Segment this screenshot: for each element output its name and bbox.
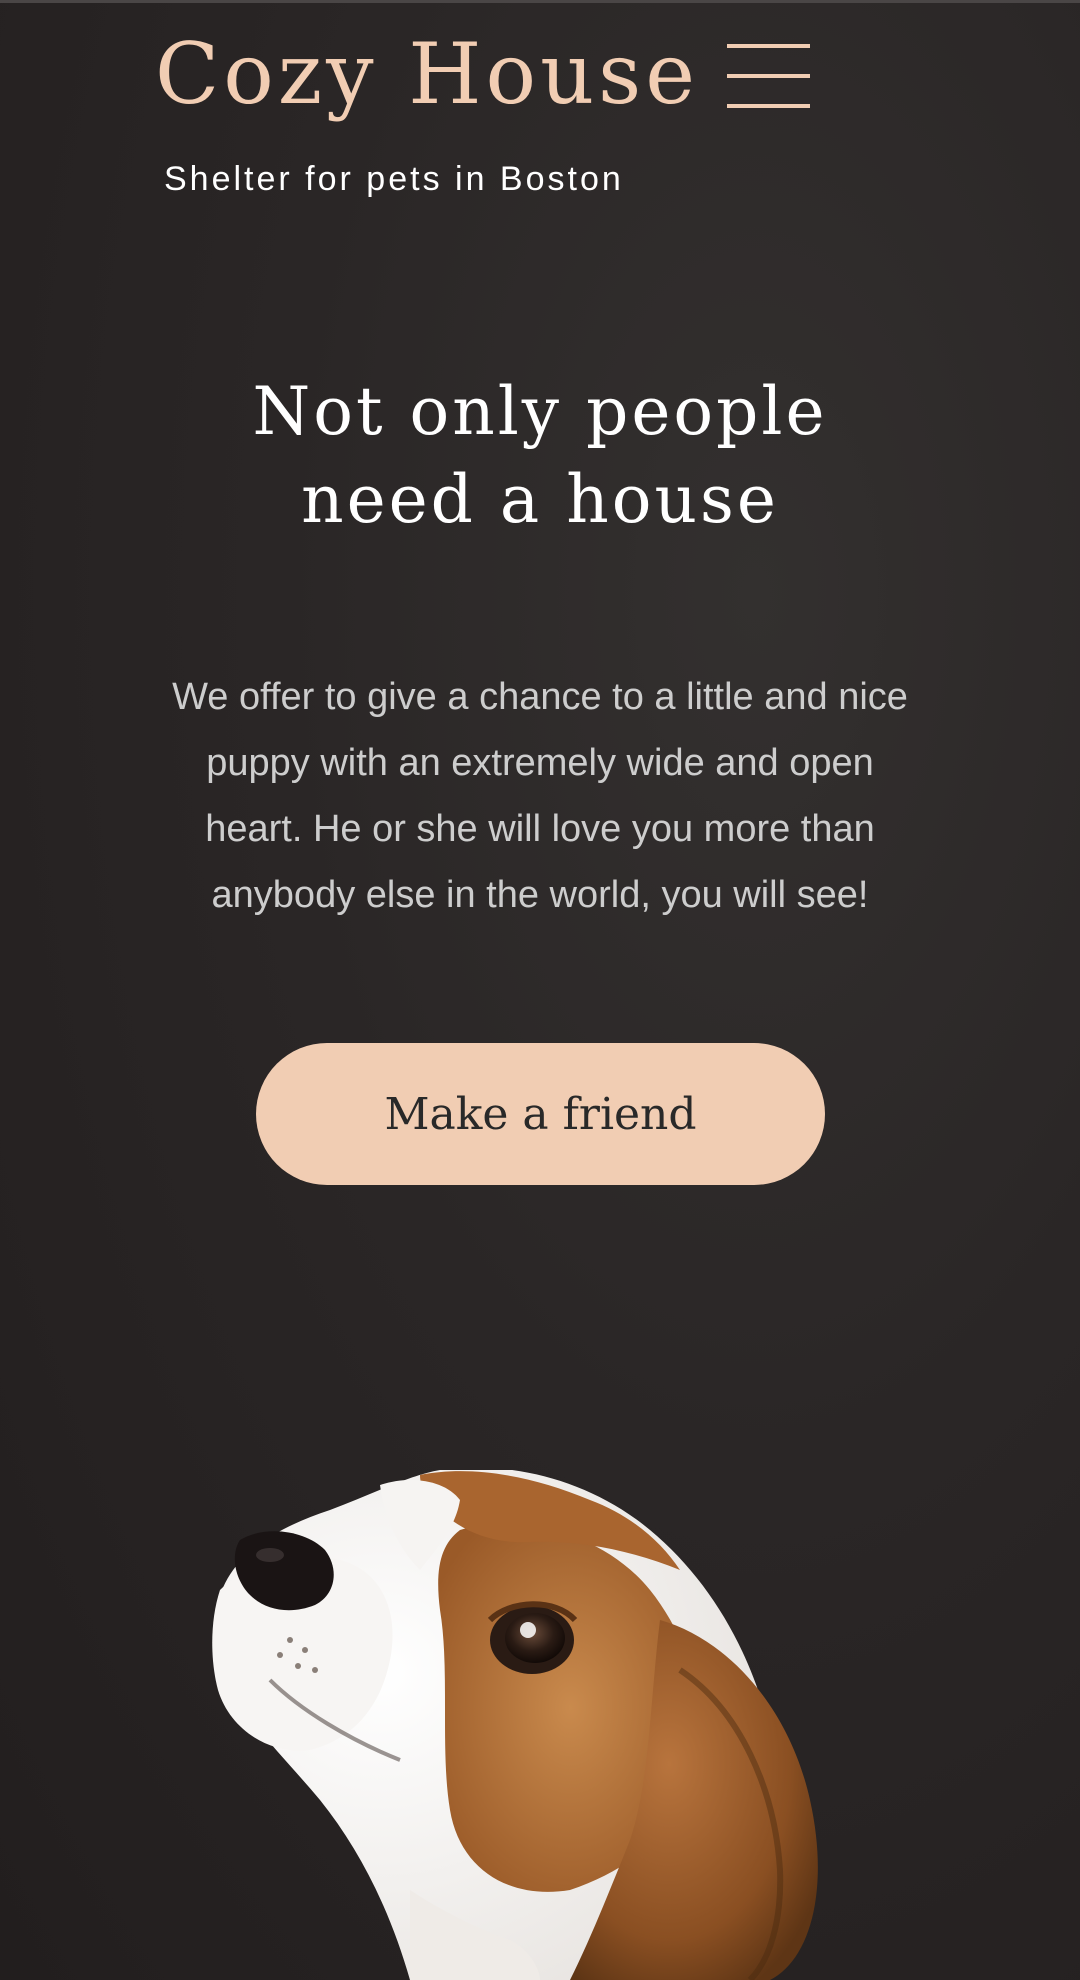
menu-bar [727,104,810,108]
hero-description: We offer to give a chance to a little an… [130,664,950,928]
menu-bar [727,74,810,78]
hero-text-line: puppy with an extremely wide and open [206,742,874,784]
menu-bar [727,44,810,48]
site-logo[interactable]: Cozy House [155,28,699,121]
hero-text-line: We offer to give a chance to a little an… [172,676,908,718]
hero-title-line: need a house [301,461,779,538]
hero-text-line: anybody else in the world, you will see! [211,874,869,916]
hamburger-menu-icon[interactable] [727,44,810,108]
site-tagline: Shelter for pets in Boston [164,160,624,198]
hero-title-line: Not only people [252,373,828,450]
hero-text-line: heart. He or she will love you more than [205,808,875,850]
beagle-puppy-image [212,1470,818,1980]
make-a-friend-button[interactable]: Make a friend [256,1043,825,1185]
hero-title: Not only people need a house [0,368,1080,544]
top-border [0,0,1080,3]
